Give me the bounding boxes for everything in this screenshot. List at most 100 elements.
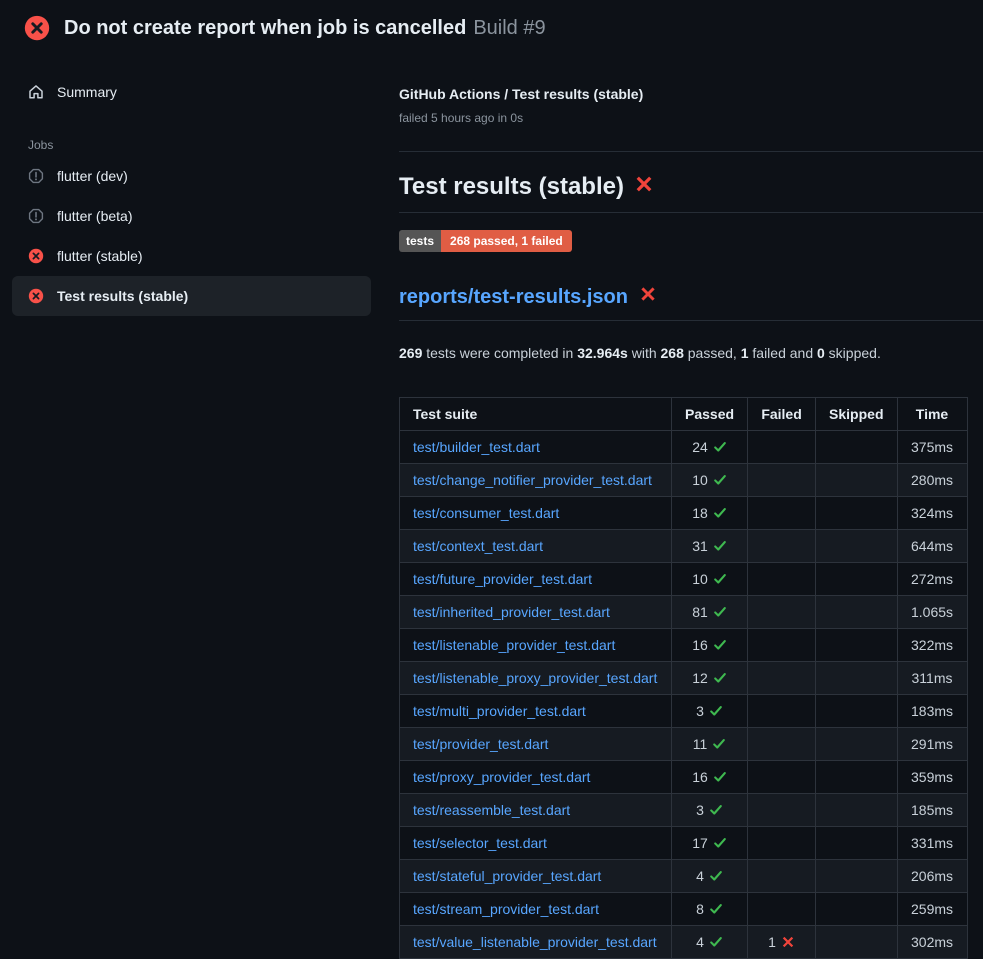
badge-label: tests [399,230,441,252]
skipped-cell [816,827,897,860]
table-row: test/context_test.dart 31 644ms [400,530,968,563]
passed-cell: 17 [672,827,748,860]
suite-link[interactable]: test/listenable_provider_test.dart [413,637,615,653]
check-icon [712,734,726,754]
time-cell: 359ms [897,761,967,794]
suite-link[interactable]: test/consumer_test.dart [413,505,559,521]
cross-icon [634,172,654,202]
suite-cell: test/stateful_provider_test.dart [400,860,672,893]
time-cell: 331ms [897,827,967,860]
skipped-cell [816,728,897,761]
time-cell: 183ms [897,695,967,728]
check-icon [709,932,723,952]
suite-link[interactable]: test/future_provider_test.dart [413,571,592,587]
suite-link[interactable]: test/change_notifier_provider_test.dart [413,472,652,488]
passed-count: 4 [696,932,704,952]
suite-link[interactable]: test/provider_test.dart [413,736,548,752]
check-icon [713,833,727,853]
time-cell: 375ms [897,431,967,464]
passed-cell: 31 [672,530,748,563]
github-actions-job-page: Do not create report when job is cancell… [0,0,983,959]
skipped-cell [816,629,897,662]
suite-link[interactable]: test/stateful_provider_test.dart [413,868,601,884]
suite-link[interactable]: test/selector_test.dart [413,835,547,851]
passed-count: 17 [692,833,708,853]
check-icon [713,635,727,655]
table-row: test/multi_provider_test.dart 3 183ms [400,695,968,728]
suite-cell: test/listenable_provider_test.dart [400,629,672,662]
suite-link[interactable]: test/listenable_proxy_provider_test.dart [413,670,657,686]
table-row: test/stateful_provider_test.dart4206ms [400,860,968,893]
column-header-passed: Passed [672,398,748,431]
check-icon [713,668,727,688]
suite-cell: test/future_provider_test.dart [400,563,672,596]
time-cell: 311ms [897,662,967,695]
column-header-skipped: Skipped [816,398,897,431]
suite-cell: test/multi_provider_test.dart [400,695,672,728]
suite-link[interactable]: test/value_listenable_provider_test.dart [413,934,657,950]
failed-count: 1 [768,932,776,952]
failed-cell [748,860,816,893]
x-circle-icon [28,248,44,264]
suite-cell: test/stream_provider_test.dart [400,893,672,926]
passed-count: 81 [692,602,708,622]
passed-cell: 10 [672,563,748,596]
skipped-cell [816,761,897,794]
build-number: Build #9 [473,17,545,39]
sidebar-item-test-results-stable[interactable]: Test results (stable) [12,276,371,316]
suite-link[interactable]: test/context_test.dart [413,538,543,554]
column-header-failed: Failed [748,398,816,431]
time-cell: 644ms [897,530,967,563]
passed-cell: 10 [672,464,748,497]
table-row: test/listenable_provider_test.dart16322m… [400,629,968,662]
skipped-cell [816,860,897,893]
suite-link[interactable]: test/inherited_provider_test.dart [413,604,610,620]
suite-cell: test/proxy_provider_test.dart [400,761,672,794]
table-row: test/change_notifier_provider_test.dart 1… [400,464,968,497]
failed-cell [748,794,816,827]
x-circle-icon [28,288,44,304]
report-file-link[interactable]: reports/test-results.json [399,285,628,310]
failed-cell [748,563,816,596]
passed-cell: 8 [672,893,748,926]
column-header-time: Time [897,398,967,431]
suite-cell: test/provider_test.dart [400,728,672,761]
check-icon [709,701,723,721]
suite-link[interactable]: test/multi_provider_test.dart [413,703,586,719]
sidebar-item-summary[interactable]: Summary [12,72,371,112]
sidebar-item-flutter-stable[interactable]: flutter (stable) [12,236,371,276]
passed-cell: 3 [672,695,748,728]
stopped-octagon-icon [28,168,44,184]
job-label: Test results (stable) [57,286,188,306]
passed-count: 10 [692,569,708,589]
suite-cell: test/consumer_test.dart [400,497,672,530]
suite-link[interactable]: test/stream_provider_test.dart [413,901,599,917]
section-title-text: Test results (stable) [399,172,624,202]
passed-count: 12 [692,668,708,688]
suite-cell: test/reassemble_test.dart [400,794,672,827]
table-row: test/provider_test.dart11291ms [400,728,968,761]
suite-cell: test/listenable_proxy_provider_test.dart [400,662,672,695]
time-cell: 324ms [897,497,967,530]
suite-link[interactable]: test/builder_test.dart [413,439,540,455]
passed-count: 3 [696,800,704,820]
passed-cell: 12 [672,662,748,695]
passed-count: 8 [696,899,704,919]
skipped-cell [816,530,897,563]
suite-link[interactable]: test/reassemble_test.dart [413,802,570,818]
suite-link[interactable]: test/proxy_provider_test.dart [413,769,590,785]
divider [399,151,983,152]
suite-cell: test/value_listenable_provider_test.dart [400,926,672,959]
cross-icon [781,932,795,952]
time-cell: 302ms [897,926,967,959]
passed-count: 18 [692,503,708,523]
sidebar-item-label: Summary [57,82,117,102]
sidebar-item-flutter-dev[interactable]: flutter (dev) [12,156,371,196]
column-header-test-suite: Test suite [400,398,672,431]
skipped-cell [816,893,897,926]
suite-cell: test/selector_test.dart [400,827,672,860]
table-row: test/proxy_provider_test.dart16359ms [400,761,968,794]
skipped-cell [816,695,897,728]
failed-cell [748,893,816,926]
sidebar-item-flutter-beta[interactable]: flutter (beta) [12,196,371,236]
